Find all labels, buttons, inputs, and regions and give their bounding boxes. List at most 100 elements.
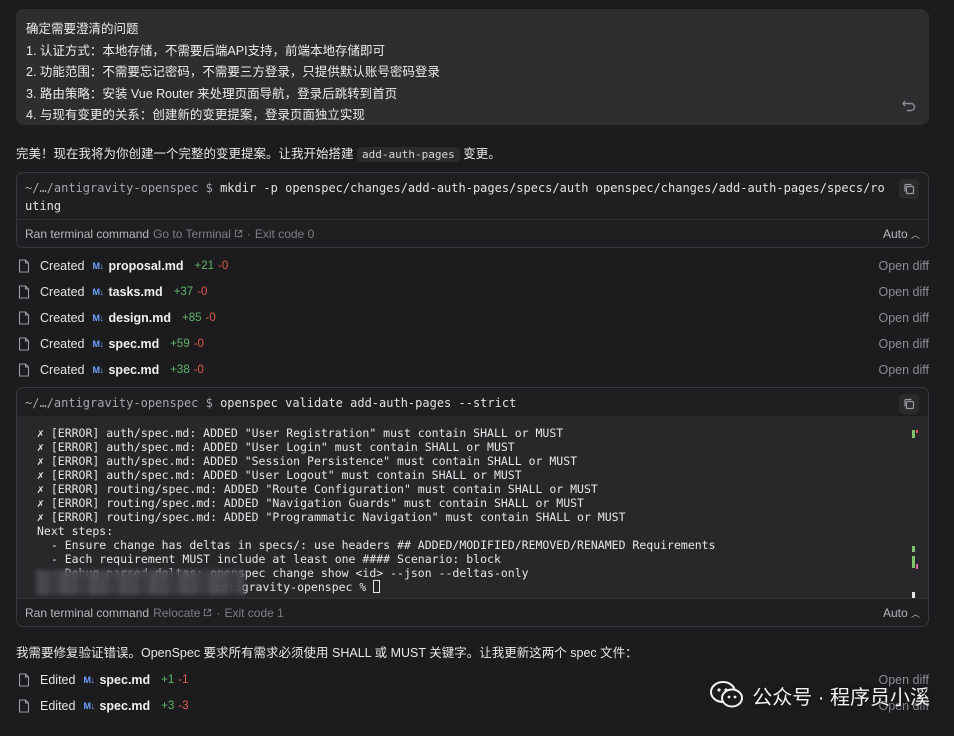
markdown-icon: M↓ — [92, 313, 104, 323]
watermark: 公众号 · 程序员小溪 — [710, 680, 930, 710]
lines-added: +3 — [161, 700, 175, 712]
markdown-icon: M↓ — [92, 365, 104, 375]
chevron-up-icon: ︿ — [910, 608, 920, 619]
undo-icon[interactable] — [901, 97, 917, 113]
file-icon — [18, 337, 30, 351]
file-action-verb: Created — [40, 363, 85, 377]
file-name-link[interactable]: spec.md — [99, 673, 150, 687]
file-name-link[interactable]: spec.md — [108, 363, 159, 377]
assistant-intro-text: 完美！现在我将为你创建一个完整的变更提案。让我开始搭建 — [16, 147, 354, 161]
file-icon — [18, 285, 30, 299]
lines-removed: -0 — [193, 364, 204, 376]
terminal-status: Ran terminal command — [25, 605, 150, 620]
open-diff-button[interactable]: Open diff — [878, 259, 929, 273]
file-name-link[interactable]: proposal.md — [108, 259, 183, 273]
file-name-link[interactable]: tasks.md — [108, 285, 162, 299]
created_files-file-row[interactable]: Created M↓ design.md +85 -0 Open diff — [16, 308, 929, 328]
assistant-fix-message: 我需要修复验证错误。OpenSpec 要求所有需求必须使用 SHALL 或 MU… — [16, 646, 638, 660]
redacted-username — [36, 570, 244, 595]
lines-removed: -0 — [205, 312, 216, 324]
open-diff-button[interactable]: Open diff — [878, 363, 929, 377]
terminal-output[interactable]: ✗ [ERROR] auth/spec.md: ADDED "User Regi… — [17, 416, 928, 598]
created_files-file-row[interactable]: Created M↓ spec.md +59 -0 Open diff — [16, 334, 929, 354]
terminal-output-line: ✗ [ERROR] auth/spec.md: ADDED "Session P… — [37, 454, 578, 468]
open-diff-button[interactable]: Open diff — [878, 337, 929, 351]
exit-code: Exit code 0 — [254, 226, 315, 241]
lines-added: +37 — [173, 286, 194, 298]
markdown-icon: M↓ — [83, 701, 95, 711]
external-link-icon — [204, 608, 212, 617]
lines-removed: -0 — [197, 286, 208, 298]
file-icon — [18, 363, 30, 377]
file-icon — [18, 673, 30, 687]
file-icon — [18, 259, 30, 273]
copy-button[interactable] — [899, 179, 919, 199]
relocate-link[interactable]: Relocate — [153, 606, 200, 620]
watermark-text: 公众号 · 程序员小溪 — [752, 686, 930, 709]
inline-code: add-auth-pages — [357, 147, 460, 162]
auto-mode-dropdown[interactable]: Auto ︿ — [883, 606, 920, 620]
terminal-output-line: ✗ [ERROR] auth/spec.md: ADDED "User Logo… — [37, 468, 522, 482]
exit-code: Exit code 1 — [224, 605, 284, 620]
copy-icon — [904, 183, 915, 195]
lines-removed: -0 — [218, 260, 229, 272]
terminal-card-validate: ~/…/antigravity-openspec $ openspec vali… — [16, 387, 929, 627]
terminal-command: ~/…/antigravity-openspec $ openspec vali… — [17, 388, 928, 412]
terminal-prompt: ~/…/antigravity-openspec $ — [25, 396, 213, 410]
file-icon — [18, 311, 30, 325]
terminal-command: ~/…/antigravity-openspec $ mkdir -p open… — [17, 173, 928, 215]
scrollbar-markers[interactable] — [912, 430, 918, 600]
auto-mode-dropdown[interactable]: Auto ︿ — [883, 227, 920, 241]
markdown-icon: M↓ — [83, 675, 95, 685]
user-message-line: 2. 功能范围：不需要忘记密码，不需要三方登录，只提供默认账号密码登录 — [26, 65, 440, 79]
terminal-output-line: ✗ [ERROR] auth/spec.md: ADDED "User Logi… — [37, 440, 515, 454]
terminal-output-line: ✗ [ERROR] routing/spec.md: ADDED "Naviga… — [37, 496, 584, 510]
created_files-file-row[interactable]: Created M↓ tasks.md +37 -0 Open diff — [16, 282, 929, 302]
separator: · — [216, 605, 221, 620]
wechat-icon — [710, 681, 744, 708]
file-name-link[interactable]: spec.md — [108, 337, 159, 351]
file-action-verb: Created — [40, 259, 85, 273]
file-action-verb: Created — [40, 337, 85, 351]
terminal-footer: Ran terminal command Relocate · Exit cod… — [17, 598, 928, 626]
external-link-icon — [234, 229, 243, 238]
created_files-file-row[interactable]: Created M↓ proposal.md +21 -0 Open diff — [16, 256, 929, 276]
terminal-footer: Ran terminal command Go to Terminal · Ex… — [17, 219, 928, 247]
lines-added: +85 — [182, 312, 202, 324]
terminal-output-line: Next steps: — [37, 524, 114, 538]
go-to-terminal-link[interactable]: Go to Terminal — [153, 227, 231, 241]
copy-button[interactable] — [899, 394, 919, 414]
user-message-bubble: 确定需要澄清的问题 1. 认证方式：本地存储，不需要后端API支持，前端本地存储… — [16, 9, 929, 125]
user-message-line: 1. 认证方式：本地存储，不需要后端API支持，前端本地存储即可 — [26, 43, 386, 58]
chevron-up-icon: ︿ — [910, 229, 920, 240]
auto-mode-label: Auto — [882, 605, 908, 620]
file-name-link[interactable]: design.md — [108, 311, 171, 325]
open-diff-button[interactable]: Open diff — [878, 285, 929, 299]
assistant-intro: 完美！现在我将为你创建一个完整的变更提案。让我开始搭建 add-auth-pag… — [16, 143, 501, 162]
user-message-line: 确定需要澄清的问题 — [26, 22, 139, 36]
terminal-status: Ran terminal command — [25, 226, 150, 241]
file-name-link[interactable]: spec.md — [99, 699, 150, 713]
file-icon — [18, 699, 30, 713]
created_files-file-row[interactable]: Created M↓ spec.md +38 -0 Open diff — [16, 360, 929, 380]
lines-added: +38 — [170, 364, 190, 376]
lines-added: +1 — [161, 674, 175, 686]
terminal-output-line: ✗ [ERROR] routing/spec.md: ADDED "Progra… — [37, 510, 626, 524]
lines-removed: -3 — [178, 700, 189, 712]
terminal-output-line: ✗ [ERROR] auth/spec.md: ADDED "User Regi… — [37, 426, 564, 440]
auto-mode-label: Auto — [882, 226, 908, 241]
terminal-output-line: ✗ [ERROR] routing/spec.md: ADDED "Route … — [37, 482, 598, 496]
assistant-intro-suffix: 变更。 — [463, 147, 501, 161]
terminal-cursor — [373, 580, 381, 593]
separator: · — [246, 226, 251, 241]
file-action-verb: Created — [40, 285, 85, 299]
markdown-icon: M↓ — [92, 287, 104, 297]
open-diff-button[interactable]: Open diff — [878, 311, 929, 325]
user-message-line: 4. 与现有变更的关系：创建新的变更提案，登录页面独立实现 — [26, 108, 365, 122]
file-action-verb: Edited — [40, 699, 76, 713]
markdown-icon: M↓ — [92, 261, 104, 271]
terminal-card-mkdir: ~/…/antigravity-openspec $ mkdir -p open… — [16, 172, 929, 248]
terminal-output-line: - Ensure change has deltas in specs/: us… — [37, 538, 716, 552]
copy-icon — [904, 398, 915, 410]
file-action-verb: Edited — [40, 673, 76, 687]
